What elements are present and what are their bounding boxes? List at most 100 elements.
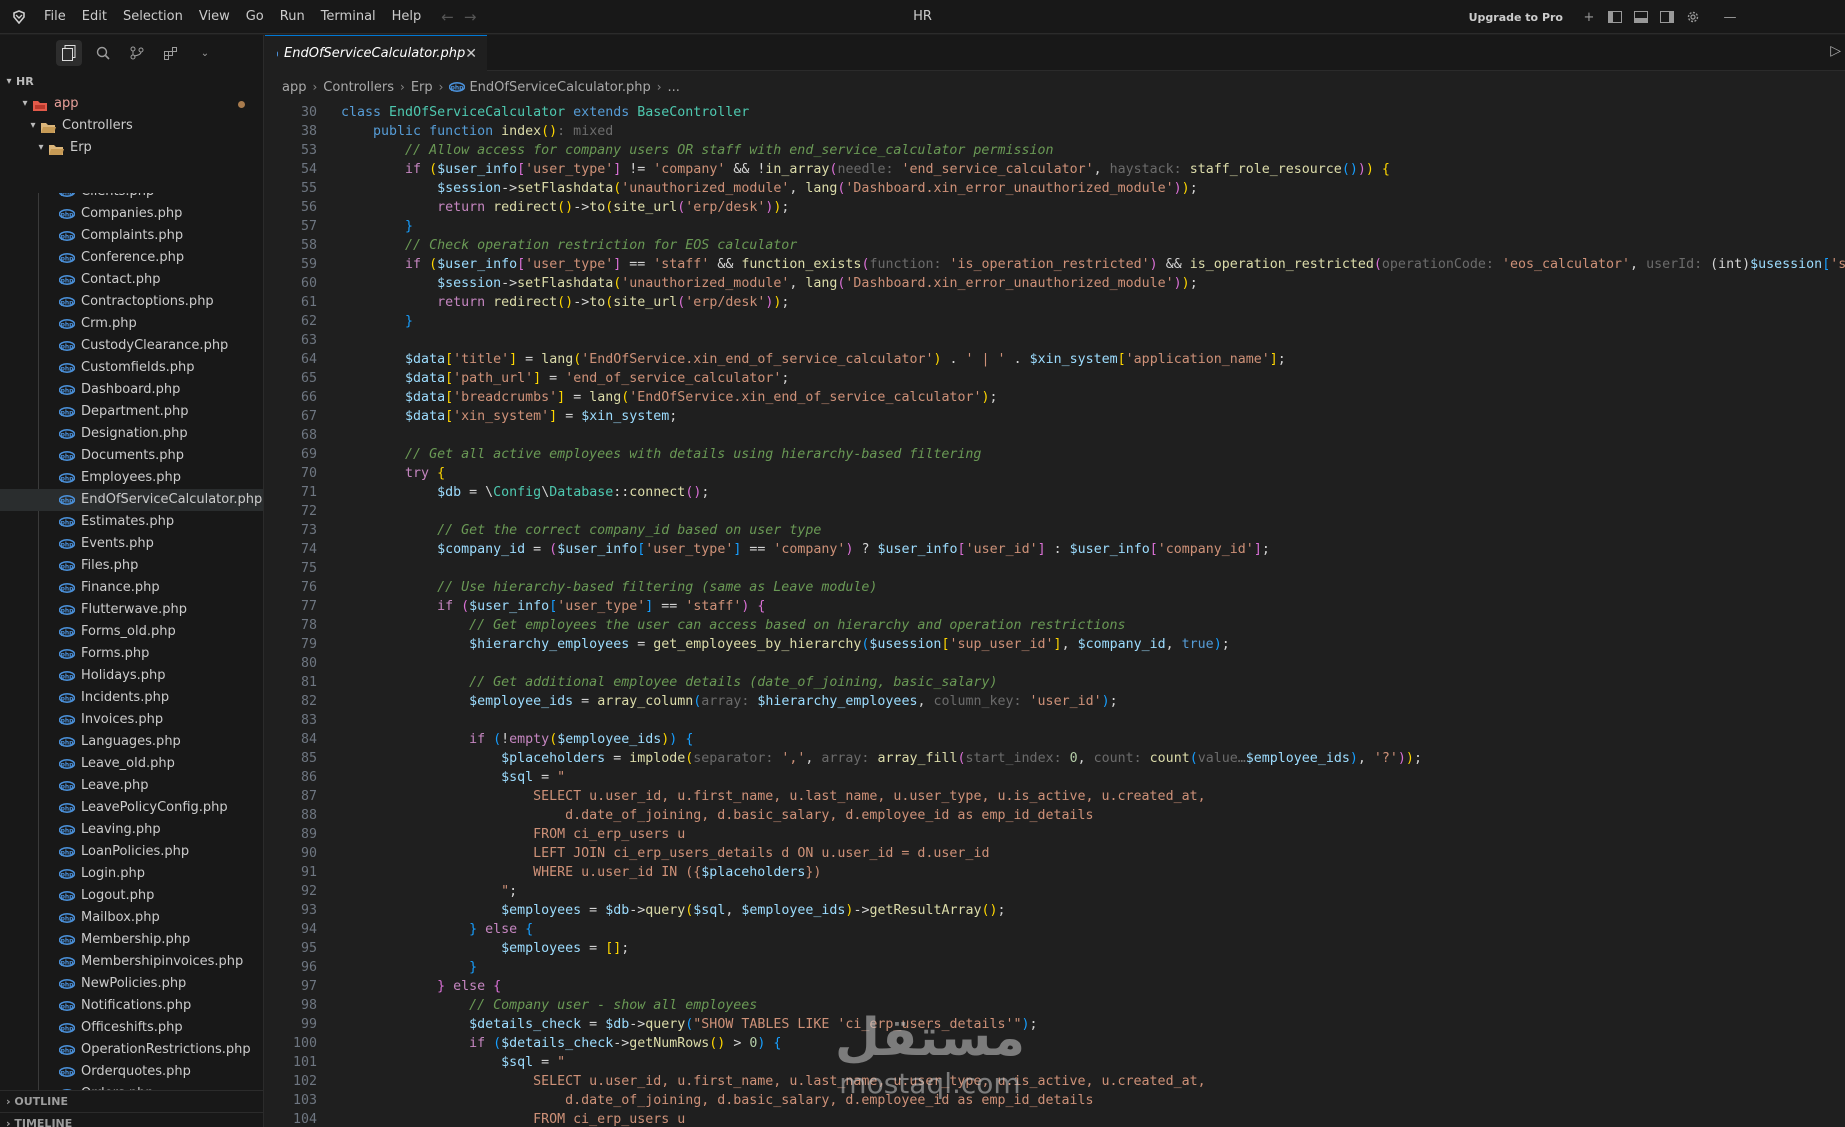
file-item[interactable]: php Login.php <box>0 863 263 885</box>
file-item[interactable]: php Customfields.php <box>0 357 263 379</box>
file-item[interactable]: php OperationRestrictions.php <box>0 1039 263 1061</box>
minimize-icon[interactable]: — <box>1707 0 1753 34</box>
code-line[interactable]: 58 // Check operation restriction for EO… <box>265 236 1845 255</box>
file-item[interactable]: php Mailbox.php <box>0 907 263 929</box>
code-line[interactable]: 65 $data['path_url'] = 'end_of_service_c… <box>265 369 1845 388</box>
code-line[interactable]: 38 public function index(): mixed <box>265 122 1845 141</box>
code-line[interactable]: 99 $details_check = $db->query("SHOW TAB… <box>265 1015 1845 1034</box>
toggle-secondary-sidebar-icon[interactable] <box>1655 5 1679 29</box>
code-line[interactable]: 83 <box>265 711 1845 730</box>
file-item-selected[interactable]: php EndOfServiceCalculator.php <box>0 489 263 511</box>
code-line[interactable]: 100 if ($details_check->getNumRows() > 0… <box>265 1034 1845 1053</box>
file-item[interactable]: php Leave.php <box>0 775 263 797</box>
file-item[interactable]: php Holidays.php <box>0 665 263 687</box>
code-line[interactable]: 104 FROM ci_erp_users u <box>265 1110 1845 1127</box>
breadcrumb-file[interactable]: EndOfServiceCalculator.php <box>469 80 650 95</box>
source-control-icon[interactable] <box>124 40 150 66</box>
file-item[interactable]: php Incidents.php <box>0 687 263 709</box>
file-item[interactable]: php Invoices.php <box>0 709 263 731</box>
breadcrumb-erp[interactable]: Erp <box>411 80 433 95</box>
file-item[interactable]: php Dashboard.php <box>0 379 263 401</box>
file-item[interactable]: php Documents.php <box>0 445 263 467</box>
chevron-down-icon[interactable]: ⌄ <box>192 40 218 66</box>
menu-view[interactable]: View <box>191 0 238 34</box>
file-item[interactable]: php Membership.php <box>0 929 263 951</box>
explorer-files-icon[interactable] <box>56 40 82 66</box>
file-item[interactable]: php Leave_old.php <box>0 753 263 775</box>
code-line[interactable]: 57 } <box>265 217 1845 236</box>
run-icon[interactable]: ▷ <box>1830 43 1841 59</box>
file-item[interactable]: php Logout.php <box>0 885 263 907</box>
file-item[interactable]: php Estimates.php <box>0 511 263 533</box>
breadcrumb-controllers[interactable]: Controllers <box>323 80 394 95</box>
code-line[interactable]: 63 <box>265 331 1845 350</box>
file-item[interactable]: php Department.php <box>0 401 263 423</box>
file-item[interactable]: php Clients.php <box>0 193 263 203</box>
code-line[interactable]: 85 $placeholders = implode (separator: ',… <box>265 749 1845 768</box>
code-line[interactable]: 82 $employee_ids = array_column(array: $… <box>265 692 1845 711</box>
file-item[interactable]: php Files.php <box>0 555 263 577</box>
file-item[interactable]: php Forms_old.php <box>0 621 263 643</box>
code-line[interactable]: 102 SELECT u.user_id, u.first_name, u.la… <box>265 1072 1845 1091</box>
toggle-sidebar-icon[interactable] <box>1603 5 1627 29</box>
code-line[interactable]: 103 d.date_of_joining, d.basic_salary, d… <box>265 1091 1845 1110</box>
file-item[interactable]: php Forms.php <box>0 643 263 665</box>
breadcrumb-app[interactable]: app <box>282 80 306 95</box>
menu-terminal[interactable]: Terminal <box>313 0 384 34</box>
code-editor[interactable]: 30 class EndOfServiceCalculator extends B… <box>265 103 1845 1127</box>
settings-gear-icon[interactable] <box>1681 5 1705 29</box>
file-item[interactable]: php CustodyClearance.php <box>0 335 263 357</box>
menu-selection[interactable]: Selection <box>115 0 191 34</box>
file-item[interactable]: php Membershipinvoices.php <box>0 951 263 973</box>
file-item[interactable]: php LeavePolicyConfig.php <box>0 797 263 819</box>
file-item[interactable]: php Contractoptions.php <box>0 291 263 313</box>
code-line[interactable]: 84 if (!empty($employee_ids)) { <box>265 730 1845 749</box>
outline-section[interactable]: › OUTLINE <box>0 1090 263 1113</box>
menu-run[interactable]: Run <box>272 0 313 34</box>
code-line[interactable]: 76 // Use hierarchy-based filtering (sam… <box>265 578 1845 597</box>
upgrade-button[interactable]: Upgrade to Pro <box>1469 11 1563 24</box>
file-item[interactable]: php Designation.php <box>0 423 263 445</box>
menu-help[interactable]: Help <box>384 0 430 34</box>
code-line[interactable]: 56 return redirect()->to(site_url('erp/d… <box>265 198 1845 217</box>
folder-erp[interactable]: ▾ Erp <box>0 137 263 159</box>
file-item[interactable]: php Contact.php <box>0 269 263 291</box>
code-line[interactable]: 95 $employees = []; <box>265 939 1845 958</box>
menu-file[interactable]: File <box>36 0 74 34</box>
code-line[interactable]: 98 // Company user - show all employees <box>265 996 1845 1015</box>
code-line[interactable]: 70 try { <box>265 464 1845 483</box>
code-line[interactable]: 59 if ($user_info['user_type'] == 'staff… <box>265 255 1845 274</box>
maximize-icon[interactable] <box>1753 0 1799 34</box>
code-line[interactable]: 64 $data['title'] = lang('EndOfService.x… <box>265 350 1845 369</box>
code-line[interactable]: 91 WHERE u.user_id IN ({$placeholders}) <box>265 863 1845 882</box>
code-line[interactable]: 62 } <box>265 312 1845 331</box>
back-arrow-icon[interactable]: ← <box>441 8 454 26</box>
code-line[interactable]: 86 $sql = " <box>265 768 1845 787</box>
menu-edit[interactable]: Edit <box>74 0 115 34</box>
code-line[interactable]: 94 } else { <box>265 920 1845 939</box>
forward-arrow-icon[interactable]: → <box>464 8 477 26</box>
file-item[interactable]: php Languages.php <box>0 731 263 753</box>
code-line[interactable]: 54 if ($user_info['user_type'] != 'compa… <box>265 160 1845 179</box>
code-line[interactable]: 53 // Allow access for company users OR … <box>265 141 1845 160</box>
code-line[interactable]: 55 $session->setFlashdata('unauthorized_… <box>265 179 1845 198</box>
code-line[interactable]: 92 "; <box>265 882 1845 901</box>
file-item[interactable]: php Companies.php <box>0 203 263 225</box>
file-item[interactable]: php Leaving.php <box>0 819 263 841</box>
code-line[interactable]: 93 $employees = $db->query($sql, $employ… <box>265 901 1845 920</box>
plus-icon[interactable]: + <box>1577 5 1601 29</box>
toggle-panel-icon[interactable] <box>1629 5 1653 29</box>
file-item[interactable]: php Finance.php <box>0 577 263 599</box>
file-item[interactable]: php Events.php <box>0 533 263 555</box>
folder-app[interactable]: ▾ app <box>0 93 263 115</box>
file-item[interactable]: php NewPolicies.php <box>0 973 263 995</box>
code-line[interactable]: 87 SELECT u.user_id, u.first_name, u.las… <box>265 787 1845 806</box>
code-line[interactable]: 61 return redirect()->to(site_url('erp/d… <box>265 293 1845 312</box>
file-item[interactable]: php Notifications.php <box>0 995 263 1017</box>
code-line[interactable]: 30 class EndOfServiceCalculator extends B… <box>265 103 1845 122</box>
code-line[interactable]: 89 FROM ci_erp_users u <box>265 825 1845 844</box>
file-item[interactable]: php Flutterwave.php <box>0 599 263 621</box>
file-item[interactable]: php Crm.php <box>0 313 263 335</box>
timeline-section[interactable]: › TIMELINE <box>0 1112 263 1127</box>
code-line[interactable]: 88 d.date_of_joining, d.basic_salary, d.… <box>265 806 1845 825</box>
